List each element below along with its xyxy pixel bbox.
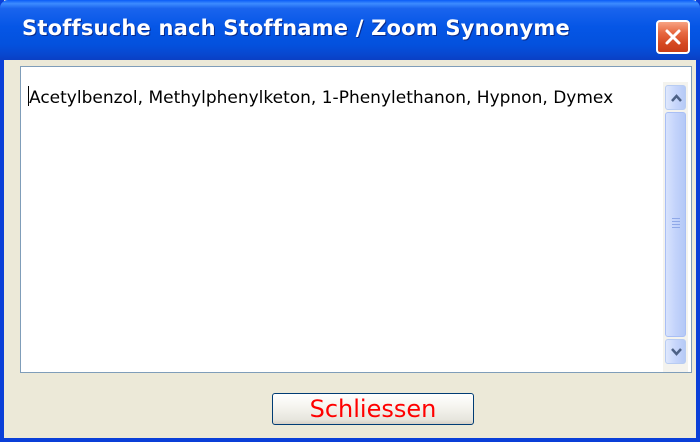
thumb-grip-line <box>672 227 680 228</box>
scroll-down-button[interactable] <box>665 339 686 364</box>
schliessen-button[interactable]: Schliessen <box>272 393 474 425</box>
window-title: Stoffsuche nach Stoffname / Zoom Synonym… <box>22 16 570 40</box>
synonyms-textarea[interactable]: Acetylbenzol, Methylphenylketon, 1-Pheny… <box>20 66 692 373</box>
synonyms-text-content: Acetylbenzol, Methylphenylketon, 1-Pheny… <box>28 84 656 113</box>
close-icon <box>665 29 681 45</box>
thumb-grip-line <box>672 224 680 225</box>
chevron-down-icon <box>671 348 682 356</box>
chevron-up-icon <box>671 94 682 102</box>
window-close-button[interactable] <box>656 20 690 54</box>
vertical-scrollbar[interactable] <box>663 82 688 372</box>
thumb-grip-line <box>672 221 680 222</box>
dialog-window: Stoffsuche nach Stoffname / Zoom Synonym… <box>0 0 700 442</box>
scrollbar-thumb[interactable] <box>665 112 686 337</box>
scroll-up-button[interactable] <box>665 85 686 110</box>
thumb-grip-line <box>672 218 680 219</box>
synonyms-text: Acetylbenzol, Methylphenylketon, 1-Pheny… <box>29 88 614 108</box>
title-bar[interactable]: Stoffsuche nach Stoffname / Zoom Synonym… <box>0 0 700 60</box>
